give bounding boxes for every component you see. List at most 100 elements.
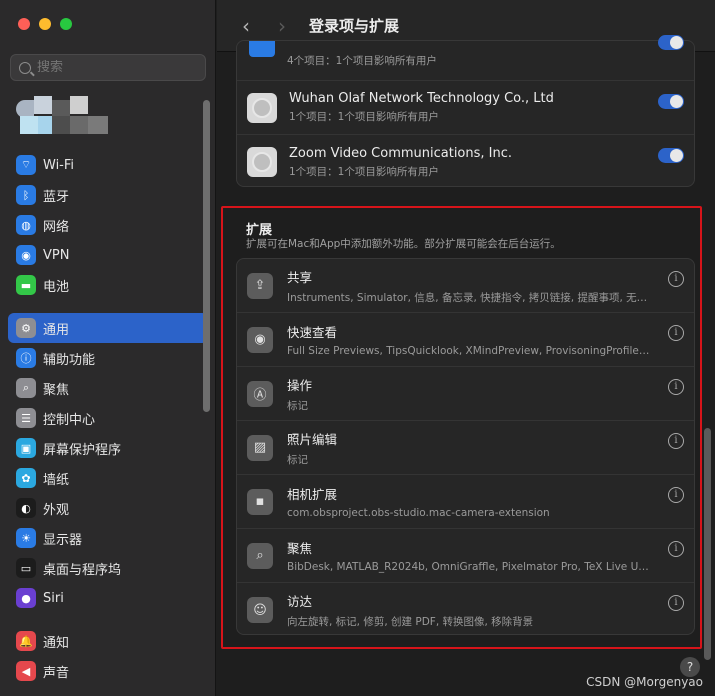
- sidebar-item-spotlight[interactable]: ⌕ 聚焦: [8, 373, 208, 403]
- sidebar-item-label: VPN: [43, 247, 70, 263]
- page-title: 登录项与扩展: [309, 17, 400, 35]
- app-icon: [247, 92, 277, 123]
- bluetooth-icon: ᛒ: [16, 185, 36, 205]
- info-icon[interactable]: i: [668, 433, 684, 449]
- sidebar-item-label: 通用: [43, 322, 70, 338]
- login-items-card: 4个项目：1个项目影响所有用户 Wuhan Olaf Network Techn…: [236, 35, 695, 189]
- item-name: Zoom Video Communications, Inc.: [289, 145, 513, 161]
- sidebar-item-label: 聚焦: [43, 382, 70, 398]
- extension-row[interactable]: ◉ 快速查看 Full Size Previews, TipsQuicklook, …: [237, 313, 694, 367]
- sidebar-item-label: 辅助功能: [43, 352, 96, 368]
- extension-detail: Instruments, Simulator, 信息, 备忘录, 快捷指令, 拷…: [287, 291, 648, 304]
- sidebar-item-dock[interactable]: ▭ 桌面与程序坞: [8, 553, 208, 583]
- sidebar-item-bluetooth[interactable]: ᛒ 蓝牙: [8, 180, 208, 210]
- sidebar-item-screensaver[interactable]: ▣ 屏幕保护程序: [8, 433, 208, 463]
- photo-edit-icon: ▨: [247, 434, 273, 461]
- sidebar-item-battery[interactable]: ▬ 电池: [8, 270, 208, 300]
- sidebar-item-label: 外观: [43, 502, 70, 518]
- notifications-icon: 🔔: [16, 631, 36, 651]
- minimize-window-button[interactable]: [39, 18, 51, 30]
- sidebar-scrollbar[interactable]: [203, 100, 210, 412]
- forward-button[interactable]: ›: [271, 14, 293, 38]
- extension-row[interactable]: ▪ 相机扩展 com.obsproject.obs-studio.mac-camer…: [237, 475, 694, 529]
- extension-detail: Full Size Previews, TipsQuicklook, XMind…: [287, 345, 650, 357]
- info-icon[interactable]: i: [668, 325, 684, 341]
- item-subtitle: 1个项目：1个项目影响所有用户: [289, 111, 439, 123]
- extension-detail: BibDesk, MATLAB_R2024b, OmniGraffle, Pix…: [287, 561, 649, 573]
- sidebar-item-label: 桌面与程序坞: [43, 562, 122, 578]
- extension-name: 快速查看: [287, 325, 338, 340]
- search-input[interactable]: [37, 60, 197, 75]
- toggle-switch[interactable]: [658, 35, 684, 50]
- extensions-card: ⇪ 共享 Instruments, Simulator, 信息, 备忘录, 快捷指令…: [236, 258, 695, 635]
- sidebar-item-label: 电池: [43, 279, 70, 295]
- extension-row[interactable]: ▨ 照片编辑标记 i: [237, 421, 694, 475]
- sidebar-item-siri[interactable]: ● Siri: [8, 583, 208, 613]
- zoom-window-button[interactable]: [60, 18, 72, 30]
- main-scrollbar[interactable]: [704, 428, 711, 660]
- help-button[interactable]: ?: [680, 657, 700, 677]
- sidebar-item-label: 屏幕保护程序: [43, 442, 122, 458]
- spotlight-icon: ⌕: [16, 378, 36, 398]
- sidebar-item-sound[interactable]: ◀ 声音: [8, 656, 208, 686]
- wallpaper-icon: ✿: [16, 468, 36, 488]
- item-subtitle: 1个项目：1个项目影响所有用户: [289, 165, 439, 178]
- toggle-switch[interactable]: [658, 148, 684, 163]
- extension-row[interactable]: ⌕ 聚焦 BibDesk, MATLAB_R2024b, OmniGraffle, …: [237, 529, 694, 583]
- sidebar-item-gear[interactable]: ⚙ 通用: [8, 313, 208, 343]
- eye-icon: ◉: [247, 326, 273, 353]
- info-icon[interactable]: i: [668, 595, 684, 611]
- battery-icon: ▬: [16, 275, 36, 295]
- sidebar-list: ⌔ Wi-Fi ᛒ 蓝牙 ◍ 网络 ◉ VPN ▬ 电池 ⚙ 通用 ⓘ 辅助功能 ⌕ 聚焦 ☰ 控制中心 ▣ 屏幕保护…: [8, 150, 208, 686]
- avatar[interactable]: [16, 96, 112, 136]
- extension-row[interactable]: ⇪ 共享 Instruments, Simulator, 信息, 备忘录, 快捷指令…: [237, 259, 694, 313]
- list-item[interactable]: Wuhan Olaf Network Technology Co., Ltd 1…: [237, 81, 694, 135]
- appearance-icon: ◐: [16, 498, 36, 518]
- siri-icon: ●: [16, 588, 36, 608]
- extension-name: 访达: [287, 594, 313, 609]
- sidebar-item-label: 通知: [43, 635, 70, 651]
- sidebar-item-wallpaper[interactable]: ✿ 墙纸: [8, 463, 208, 493]
- accessibility-icon: ⓘ: [16, 348, 36, 368]
- sidebar-item-notifications[interactable]: 🔔 通知: [8, 626, 208, 656]
- item-name: Wuhan Olaf Network Technology Co., Ltd: [289, 91, 554, 106]
- extension-name: 照片编辑: [287, 431, 338, 447]
- extension-row[interactable]: ☺ 访达向左旋转, 标记, 修剪, 创建 PDF, 转换图像, 移除背景 i: [237, 583, 694, 637]
- list-item[interactable]: Zoom Video Communications, Inc. 1个项目：1个项…: [237, 135, 694, 189]
- dock-icon: ▭: [16, 558, 36, 578]
- sidebar-item-network[interactable]: ◍ 网络: [8, 210, 208, 240]
- sidebar-item-label: 控制中心: [43, 412, 96, 428]
- sidebar-item-label: Siri: [43, 590, 64, 606]
- info-icon[interactable]: i: [668, 379, 684, 395]
- extension-detail: 标记: [287, 399, 308, 412]
- info-icon[interactable]: i: [668, 271, 684, 287]
- gear-icon: ⚙: [16, 318, 36, 338]
- item-subtitle: 4个项目：1个项目影响所有用户: [287, 55, 437, 67]
- wifi-icon: ⌔: [16, 155, 36, 175]
- info-icon[interactable]: i: [668, 541, 684, 557]
- extensions-description: 扩展可在Mac和App中添加额外功能。部分扩展可能会在后台运行。: [246, 238, 561, 250]
- sidebar-item-appearance[interactable]: ◐ 外观: [8, 493, 208, 523]
- sidebar-item-display[interactable]: ☀ 显示器: [8, 523, 208, 553]
- info-icon[interactable]: i: [668, 487, 684, 503]
- sidebar-item-accessibility[interactable]: ⓘ 辅助功能: [8, 343, 208, 373]
- sidebar-item-vpn[interactable]: ◉ VPN: [8, 240, 208, 270]
- back-button[interactable]: ‹: [235, 14, 257, 38]
- close-window-button[interactable]: [18, 18, 30, 30]
- sidebar-item-label: 蓝牙: [43, 189, 70, 205]
- app-icon: [247, 147, 277, 177]
- sidebar: ⌔ Wi-Fi ᛒ 蓝牙 ◍ 网络 ◉ VPN ▬ 电池 ⚙ 通用 ⓘ 辅助功能 ⌕ 聚焦 ☰ 控制中心 ▣ 屏幕保护…: [0, 0, 216, 696]
- extension-detail: 向左旋转, 标记, 修剪, 创建 PDF, 转换图像, 移除背景: [287, 616, 534, 628]
- watermark: CSDN @Morgenyao: [586, 675, 703, 689]
- extension-row[interactable]: Ⓐ 操作 标记 i: [237, 367, 694, 421]
- finder-icon: ☺: [247, 597, 273, 623]
- list-item[interactable]: 4个项目：1个项目影响所有用户: [237, 35, 694, 81]
- extension-detail: com.obsproject.obs-studio.mac-camera-ext…: [287, 507, 550, 519]
- spotlight-icon: ⌕: [247, 542, 273, 569]
- toggle-switch[interactable]: [658, 94, 684, 109]
- sidebar-item-label: Wi-Fi: [43, 157, 75, 173]
- search-field[interactable]: [10, 54, 206, 81]
- extension-detail: 标记: [287, 453, 308, 466]
- sidebar-item-control-center[interactable]: ☰ 控制中心: [8, 403, 208, 433]
- sidebar-item-wifi[interactable]: ⌔ Wi-Fi: [8, 150, 208, 180]
